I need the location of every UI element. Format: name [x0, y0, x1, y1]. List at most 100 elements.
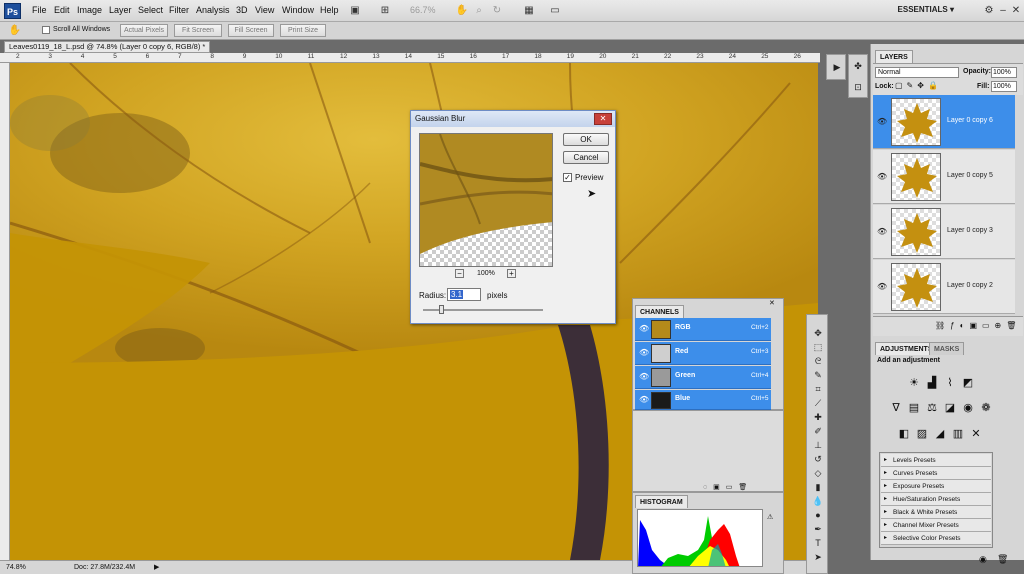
fill-input[interactable]: 100% [991, 81, 1017, 92]
channel-row[interactable]: 👁 Red Ctrl+3 [635, 342, 771, 365]
scroll-all-checkbox[interactable] [42, 26, 50, 34]
cs-live-icon[interactable]: ⚙ [982, 4, 996, 17]
ok-button[interactable]: OK [563, 133, 609, 146]
menu-select[interactable]: Select [138, 5, 163, 15]
channel-row[interactable]: 👁 Blue Ctrl+5 [635, 390, 771, 410]
tab-masks[interactable]: MASKS [929, 342, 965, 355]
dialog-close-icon[interactable]: ✕ [594, 113, 612, 125]
arrange-documents-icon[interactable]: ▦ [522, 4, 536, 17]
zoom-out-button[interactable]: − [455, 269, 464, 278]
menu-view[interactable]: View [255, 5, 274, 15]
menu-edit[interactable]: Edit [54, 5, 70, 15]
layer-row[interactable]: 👁 Layer 0 copy 3 [873, 205, 1015, 259]
menu-file[interactable]: File [32, 5, 47, 15]
gradient-tool-icon[interactable]: ▮ [811, 481, 825, 493]
fit-screen-button[interactable]: Fit Screen [174, 24, 222, 37]
zoom-in-button[interactable]: + [507, 269, 516, 278]
tab-channels[interactable]: CHANNELS [635, 305, 684, 318]
bridge-icon[interactable]: ▣ [348, 4, 362, 17]
preset-item[interactable]: Curves Presets [881, 467, 991, 480]
menu-3d[interactable]: 3D [236, 5, 248, 15]
visibility-eye-icon[interactable]: 👁 [877, 227, 887, 236]
blur-preview[interactable] [419, 133, 553, 267]
photo-filter-icon[interactable]: ◉ [961, 402, 975, 415]
path-select-tool-icon[interactable]: ➤ [811, 551, 825, 563]
preset-item[interactable]: Levels Presets [881, 454, 991, 467]
blur-tool-icon[interactable]: 💧 [811, 495, 825, 507]
vibrance-icon[interactable]: ∇ [889, 402, 903, 415]
eraser-tool-icon[interactable]: ◇ [811, 467, 825, 479]
print-size-button[interactable]: Print Size [280, 24, 326, 37]
radius-slider-track[interactable] [423, 305, 543, 314]
visibility-eye-icon[interactable]: 👁 [877, 282, 887, 291]
channels-footer-icons[interactable]: ◌▣▭🗑 [703, 483, 753, 491]
status-zoom[interactable]: 74.8% [6, 561, 26, 574]
visibility-eye-icon[interactable]: 👁 [639, 372, 649, 381]
menu-image[interactable]: Image [77, 5, 102, 15]
layer-row[interactable]: 👁 Layer 0 copy 2 [873, 260, 1015, 314]
zoom-tool-icon[interactable]: ⌕ [472, 4, 486, 17]
menu-filter[interactable]: Filter [169, 5, 189, 15]
tool-presets-icon[interactable]: ✤ [851, 60, 865, 72]
preset-item[interactable]: Exposure Presets [881, 480, 991, 493]
lasso-tool-icon[interactable]: ᘓ [811, 355, 825, 367]
clone-stamp-tool-icon[interactable]: ⊥ [811, 439, 825, 451]
crop-tool-icon[interactable]: ⌗ [811, 383, 825, 395]
channel-row[interactable]: 👁 Green Ctrl+4 [635, 366, 771, 389]
preview-checkbox[interactable]: ✓ [563, 173, 572, 182]
cancel-button[interactable]: Cancel [563, 151, 609, 164]
preset-item[interactable]: Channel Mixer Presets [881, 519, 991, 532]
adjustments-footer-icon[interactable]: ◉ [979, 554, 987, 565]
move-tool-icon[interactable]: ✥ [811, 327, 825, 339]
dodge-tool-icon[interactable]: ● [811, 509, 825, 521]
hand-tool-icon[interactable]: ✋ [455, 4, 469, 17]
healing-tool-icon[interactable]: ✚ [811, 411, 825, 423]
color-balance-icon[interactable]: ⚖ [925, 402, 939, 415]
posterize-icon[interactable]: ▨ [915, 428, 929, 441]
tab-layers[interactable]: LAYERS [875, 50, 913, 63]
visibility-eye-icon[interactable]: 👁 [877, 172, 887, 181]
gradient-map-icon[interactable]: ▥ [951, 428, 965, 441]
selective-color-icon[interactable]: ✕ [969, 428, 983, 441]
brush-tool-icon[interactable]: ✐ [811, 425, 825, 437]
curves-icon[interactable]: ⌇ [943, 377, 957, 390]
preset-item[interactable]: Hue/Saturation Presets [881, 493, 991, 506]
view-extras-icon[interactable]: ⊞ [378, 4, 392, 17]
panel-close-icon[interactable]: ✕ [769, 299, 775, 307]
layers-footer-icons[interactable]: ⛓ƒ◐▣▭⊕🗑 [873, 316, 1023, 336]
adjustments-trash-icon[interactable]: 🗑 [997, 554, 1008, 565]
menu-analysis[interactable]: Analysis [196, 5, 230, 15]
layer-row[interactable]: 👁 Layer 0 copy 5 [873, 150, 1015, 204]
menu-layer[interactable]: Layer [109, 5, 132, 15]
play-icon[interactable]: ▶ [830, 61, 844, 73]
hue-saturation-icon[interactable]: ▤ [907, 402, 921, 415]
preset-item[interactable]: Selective Color Presets [881, 532, 991, 545]
tab-histogram[interactable]: HISTOGRAM [635, 495, 688, 508]
screen-mode-icon[interactable]: ▭ [548, 4, 562, 17]
zoom-level[interactable]: 66.7% [410, 5, 436, 15]
visibility-eye-icon[interactable]: 👁 [639, 395, 649, 404]
histogram-warning-icon[interactable]: ⚠ [767, 513, 773, 521]
pen-tool-icon[interactable]: ✒ [811, 523, 825, 535]
menu-window[interactable]: Window [282, 5, 314, 15]
minimize-icon[interactable]: – [996, 4, 1010, 17]
eyedropper-tool-icon[interactable]: ⟋ [811, 397, 825, 409]
type-tool-icon[interactable]: T [811, 537, 825, 549]
radius-slider-thumb[interactable] [439, 305, 444, 314]
workspace-switcher[interactable]: ESSENTIALS ▾ [898, 5, 954, 14]
opacity-input[interactable]: 100% [991, 67, 1017, 78]
visibility-eye-icon[interactable]: 👁 [639, 324, 649, 333]
close-app-icon[interactable]: ✕ [1009, 4, 1023, 17]
radius-input[interactable]: 3.1 [447, 288, 481, 301]
preset-item[interactable]: Black & White Presets [881, 506, 991, 519]
threshold-icon[interactable]: ◢ [933, 428, 947, 441]
invert-icon[interactable]: ◧ [897, 428, 911, 441]
hand-tool-preset-icon[interactable]: ✋ [8, 24, 22, 37]
document-tab[interactable]: Leaves0119_18_L.psd @ 74.8% (Layer 0 cop… [4, 41, 210, 53]
history-brush-tool-icon[interactable]: ↺ [811, 453, 825, 465]
exposure-icon[interactable]: ◩ [961, 377, 975, 390]
actual-pixels-button[interactable]: Actual Pixels [120, 24, 168, 37]
channel-row[interactable]: 👁 RGB Ctrl+2 [635, 318, 771, 341]
visibility-eye-icon[interactable]: 👁 [877, 117, 887, 126]
marquee-tool-icon[interactable]: ⬚ [811, 341, 825, 353]
